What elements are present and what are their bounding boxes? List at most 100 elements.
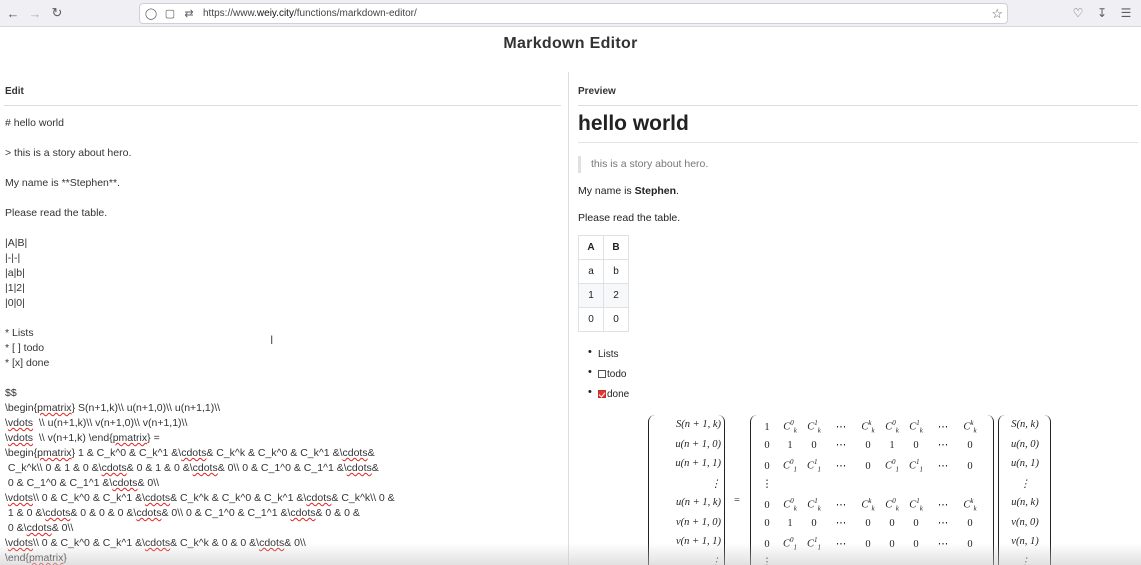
address-bar[interactable]: ◯ ▢ ⇄ https://www.weiy.city/functions/ma… [139, 3, 1008, 24]
menu-icon[interactable]: ☰ [1117, 4, 1135, 22]
editor-line[interactable]: * [x] done [5, 356, 565, 371]
spellcheck-word: vdots [7, 417, 34, 429]
table-row: a b [578, 259, 629, 284]
name-prefix: My name is [578, 185, 635, 197]
editor-text: & 0 & 0 & 0 &\ [70, 507, 137, 519]
lock-icon[interactable]: ▢ [162, 6, 178, 22]
editor-line[interactable]: |1|2| [5, 281, 565, 296]
back-arrow-icon[interactable]: ← [2, 2, 24, 24]
math-vector-entry: u(n + 1, 0) [675, 438, 721, 450]
editor-line[interactable]: * [ ] todo [5, 341, 565, 356]
checkbox-checked[interactable] [598, 390, 606, 398]
editor-line[interactable]: |0|0| [5, 296, 565, 311]
table-cell: 1 [578, 283, 604, 308]
editor-text: & 0\\ 0 & C_1^0 & C_1^1 &\ [161, 507, 291, 519]
name-suffix: . [676, 185, 679, 197]
editor-text: * Lists [5, 327, 34, 339]
editor-line[interactable]: > this is a story about hero. [5, 146, 565, 161]
spellcheck-word: pmatrix [37, 447, 72, 459]
math-vector-entry: u(n, 0) [1011, 438, 1039, 450]
markdown-textarea[interactable]: # hello world > this is a story about her… [5, 116, 565, 565]
spellcheck-word: pmatrix [112, 432, 148, 444]
spellcheck-word: pmatrix [28, 552, 64, 564]
editor-line[interactable]: \end{pmatrix} [5, 551, 565, 565]
editor-line[interactable]: Please read the table. [5, 206, 565, 221]
bookmark-star-icon[interactable]: ☆ [991, 6, 1003, 22]
reload-icon[interactable]: ↻ [46, 2, 68, 24]
editor-line[interactable]: \vdots\\ 0 & C_k^0 & C_k^1 &\cdots& C_k^… [5, 536, 565, 551]
math-equals: = [734, 495, 740, 506]
spellcheck-word: cdots [342, 447, 368, 459]
editor-text: & [371, 462, 379, 474]
edit-pane: Edit # hello world > this is a story abou… [0, 72, 569, 565]
editor-line[interactable]: \vdots \\ u(n+1,k)\\ v(n+1,0)\\ v(n+1,1)… [5, 416, 565, 431]
spellcheck-word: pmatrix [37, 402, 72, 414]
editor-line[interactable] [5, 311, 565, 326]
math-vector-entry: v(n + 1, 0) [676, 516, 721, 528]
editor-text: & 0\\ [284, 537, 306, 549]
preview-blockquote: this is a story about hero. [578, 156, 708, 173]
math-vector-entry: u(n + 1, 1) [675, 458, 721, 469]
pocket-icon[interactable]: ♡ [1069, 4, 1087, 22]
editor-line[interactable] [5, 161, 565, 176]
editor-line[interactable]: |A|B| [5, 236, 565, 251]
math-vector-entry: u(n + 1, k) [676, 497, 721, 508]
editor-text: } 1 & C_k^0 & C_k^1 &\ [71, 447, 182, 459]
editor-line[interactable]: \vdots\\ 0 & C_k^0 & C_k^1 &\cdots& C_k^… [5, 491, 565, 506]
editor-line[interactable]: 1 & 0 &\cdots& 0 & 0 & 0 &\cdots& 0\\ 0 … [5, 506, 565, 521]
permissions-icon[interactable]: ⇄ [181, 6, 197, 22]
editor-line[interactable]: 0 &\cdots& 0\\ [5, 521, 565, 536]
spellcheck-word: cdots [192, 462, 218, 474]
editor-line[interactable]: * Lists [5, 326, 565, 341]
editor-text: * [x] done [5, 357, 50, 369]
editor-line[interactable]: # hello world [5, 116, 565, 131]
editor-line[interactable]: C_k^k\\ 0 & 1 & 0 &\cdots& 0 & 1 & 0 &\c… [5, 461, 565, 476]
editor-text: |a|b| [5, 267, 25, 279]
editor-line[interactable] [5, 131, 565, 146]
editor-line[interactable] [5, 221, 565, 236]
editor-text: & 0\\ 0 & C_1^0 & C_1^1 &\ [217, 462, 347, 474]
editor-line[interactable]: |-|-| [5, 251, 565, 266]
list-item: done [588, 384, 629, 404]
editor-text: 0 &\ [5, 522, 27, 534]
shield-icon[interactable]: ◯ [143, 6, 159, 22]
math-vector-entry: u(n, k) [1011, 497, 1039, 508]
editor-line[interactable]: \begin{pmatrix} 1 & C_k^0 & C_k^1 &\ cdot… [5, 446, 565, 461]
math-vector-entry: S(n + 1, k) [676, 419, 721, 430]
editor-line[interactable]: 0 & C_1^0 & C_1^1 &\cdots& 0\\ [5, 476, 565, 491]
editor-line[interactable]: \vdots \\ v(n+1,k) \end{pmatrix} = [5, 431, 565, 446]
spellcheck-word: vdots [7, 432, 34, 444]
editor-text: } = [147, 432, 160, 444]
editor-line[interactable]: |a|b| [5, 266, 565, 281]
math-vector-entry: ⋮ [710, 556, 722, 565]
checkbox-unchecked[interactable] [598, 370, 606, 378]
table-cell: 0 [603, 307, 629, 332]
forward-arrow-icon[interactable]: → [24, 2, 46, 24]
url-text[interactable]: https://www.weiy.city/functions/markdown… [203, 8, 417, 19]
editor-line[interactable]: $$ [5, 386, 565, 401]
editor-text: & C_k^k\\ 0 & [331, 492, 395, 504]
editor-text: & C_k^k & C_k^0 & C_k^1 &\ [206, 447, 343, 459]
editor-line[interactable]: My name is **Stephen**. [5, 176, 565, 191]
editor-line[interactable]: \begin{pmatrix} S(n+1,k)\\ u(n+1,0)\\ u(… [5, 401, 565, 416]
spellcheck-word: cdots [306, 492, 332, 504]
list-item: Lists [588, 344, 629, 364]
spellcheck-word: cdots [346, 462, 372, 474]
editor-text: My name is **Stephen**. [5, 177, 120, 189]
editor-line[interactable] [5, 191, 565, 206]
math-bracket-left [998, 415, 1005, 565]
edit-divider [4, 105, 561, 106]
editor-text: \begin{ [5, 447, 38, 459]
list-item-label: todo [607, 368, 627, 380]
editor-text: C_k^k\\ 0 & 1 & 0 &\ [5, 462, 102, 474]
download-icon[interactable]: ↧ [1093, 4, 1111, 22]
math-vector-entry: S(n, k) [1011, 419, 1039, 430]
math-bracket-left [648, 415, 655, 565]
editor-line[interactable] [5, 371, 565, 386]
table-row: 1 2 [578, 283, 629, 308]
math-vector-entry: v(n, 1) [1011, 536, 1039, 547]
spellcheck-word: cdots [145, 492, 171, 504]
math-lhs-vector: S(n + 1, k) u(n + 1, 0) u(n + 1, 1) ⋮ u(n + … [657, 419, 721, 565]
math-rhs-vector: S(n, k) u(n, 0) u(n, 1) ⋮ u(n, k) v(n, 0) v(n,… [1005, 419, 1045, 565]
editor-text: > this is a story about hero. [5, 147, 132, 159]
